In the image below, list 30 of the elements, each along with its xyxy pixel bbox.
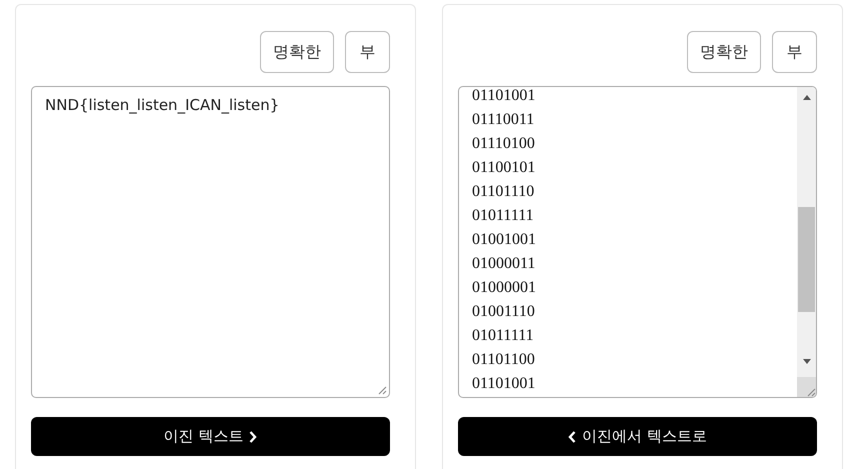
binary-line: 01011111 [472, 326, 535, 346]
binary-line: 01100101 [472, 158, 536, 178]
input-value: NND{listen_listen_ICAN_listen} [44, 95, 280, 116]
binary-line: 01101110 [472, 182, 536, 202]
toolbar-button[interactable]: 부 [772, 31, 817, 73]
binary-line: 01001001 [472, 230, 537, 250]
toolbar-button[interactable]: 명확한 [687, 31, 761, 73]
toolbar-button[interactable]: 부 [345, 31, 390, 73]
text-input-field[interactable]: NND{listen_listen_ICAN_listen} [31, 86, 390, 398]
binary-line: 01110011 [472, 110, 536, 130]
binary-line: 01101001 [472, 374, 536, 394]
binary-line: 01001110 [472, 302, 536, 322]
binary-line: 01101001 [472, 87, 536, 106]
scrollbar[interactable] [797, 87, 816, 397]
scroll-up-icon[interactable] [802, 95, 810, 100]
scroll-down-icon[interactable] [802, 359, 810, 364]
resize-handle-icon[interactable] [377, 385, 387, 395]
binary-line: 01101100 [472, 350, 536, 370]
binary-line: 01000011 [472, 254, 536, 274]
chevron-right-icon [249, 430, 258, 442]
chevron-left-icon [568, 430, 576, 442]
binary-line: 01000001 [472, 278, 537, 298]
binary-output-field[interactable]: 01101001 01110011 01110100 01100101 01101110 01011111 01001001 01000011 01000001 01001110 01011111 01101100 01101001 [458, 86, 817, 398]
convert-button[interactable]: 이진에서 텍스트로 [458, 417, 817, 456]
toolbar-button[interactable]: 명확한 [260, 31, 334, 73]
binary-line: 01110100 [472, 134, 536, 154]
resize-handle-icon[interactable] [806, 387, 816, 397]
binary-line: 01011111 [472, 206, 535, 226]
convert-button[interactable]: 이진 텍스트 [31, 417, 390, 456]
scrollbar-thumb[interactable] [798, 207, 815, 312]
